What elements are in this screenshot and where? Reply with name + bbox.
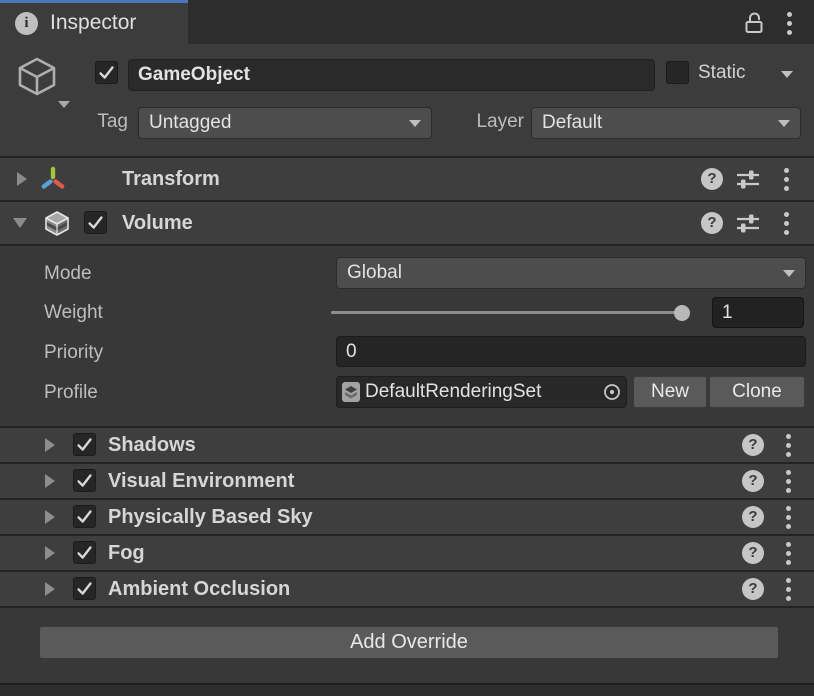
override-checkbox[interactable] xyxy=(73,433,96,456)
presets-icon[interactable] xyxy=(735,212,761,240)
inspector-panel: i Inspector Static Tag xyxy=(0,0,814,696)
kebab-menu-icon[interactable] xyxy=(786,578,791,601)
component-title: Transform xyxy=(122,158,220,200)
component-title: Volume xyxy=(122,202,193,244)
foldout-arrow-icon[interactable] xyxy=(13,218,27,228)
foldout-arrow-icon[interactable] xyxy=(45,546,55,560)
priority-label: Priority xyxy=(44,337,324,369)
override-title: Visual Environment xyxy=(108,464,294,498)
panel-bottom-strip xyxy=(0,683,814,696)
override-row-ambient-occlusion[interactable]: Ambient Occlusion ? xyxy=(0,572,814,606)
override-row-physically-based-sky[interactable]: Physically Based Sky ? xyxy=(0,500,814,534)
tag-label: Tag xyxy=(84,111,128,133)
component-header-volume[interactable]: Volume ? xyxy=(0,202,814,244)
override-title: Ambient Occlusion xyxy=(108,572,290,606)
mode-label: Mode xyxy=(44,258,324,290)
slider-track[interactable] xyxy=(331,311,689,314)
tag-value: Untagged xyxy=(149,112,409,134)
presets-icon[interactable] xyxy=(735,168,761,196)
help-icon[interactable]: ? xyxy=(701,168,723,190)
foldout-arrow-icon[interactable] xyxy=(45,510,55,524)
kebab-menu-icon[interactable] xyxy=(787,12,792,35)
tag-dropdown[interactable]: Untagged xyxy=(138,107,432,139)
override-checkbox[interactable] xyxy=(73,577,96,600)
chevron-down-icon xyxy=(783,270,795,277)
override-checkbox[interactable] xyxy=(73,469,96,492)
override-list: Shadows ? Visual Environment ? Physicall… xyxy=(0,426,814,608)
override-checkbox[interactable] xyxy=(73,505,96,528)
info-icon: i xyxy=(15,12,38,35)
tab-inspector[interactable]: i Inspector xyxy=(0,0,188,44)
weight-label: Weight xyxy=(44,297,324,329)
add-override-button[interactable]: Add Override xyxy=(39,626,779,659)
transform-icon xyxy=(40,166,66,198)
profile-value: DefaultRenderingSet xyxy=(365,381,602,403)
override-row-shadows[interactable]: Shadows ? xyxy=(0,428,814,462)
weight-value-input[interactable] xyxy=(712,297,804,328)
priority-value-input[interactable] xyxy=(336,336,806,367)
kebab-menu-icon[interactable] xyxy=(786,542,791,565)
slider-knob[interactable] xyxy=(674,305,690,321)
foldout-arrow-icon[interactable] xyxy=(45,438,55,452)
unlock-icon[interactable] xyxy=(742,10,767,42)
layer-value: Default xyxy=(542,112,778,134)
tab-title: Inspector xyxy=(50,11,136,35)
tab-bar: i Inspector xyxy=(0,0,814,44)
foldout-arrow-icon[interactable] xyxy=(45,582,55,596)
gameobject-header: Static Tag Untagged Layer Default xyxy=(0,44,814,156)
chevron-down-icon xyxy=(409,120,421,127)
kebab-menu-icon[interactable] xyxy=(784,168,789,191)
mode-value: Global xyxy=(347,262,783,284)
volume-icon xyxy=(43,209,71,243)
kebab-menu-icon[interactable] xyxy=(786,470,791,493)
layer-label: Layer xyxy=(458,111,524,133)
static-dropdown-caret[interactable] xyxy=(781,71,793,78)
override-row-visual-environment[interactable]: Visual Environment ? xyxy=(0,464,814,498)
icon-picker-caret xyxy=(58,101,70,108)
gameobject-active-checkbox[interactable] xyxy=(95,61,118,84)
chevron-down-icon xyxy=(778,120,790,127)
help-icon[interactable]: ? xyxy=(742,542,764,564)
profile-clone-button[interactable]: Clone xyxy=(709,376,805,408)
profile-object-field[interactable]: DefaultRenderingSet xyxy=(336,376,627,408)
override-checkbox[interactable] xyxy=(73,541,96,564)
object-picker-icon[interactable] xyxy=(602,382,622,402)
profile-new-button[interactable]: New xyxy=(633,376,707,408)
kebab-menu-icon[interactable] xyxy=(784,212,789,235)
mode-dropdown[interactable]: Global xyxy=(336,257,806,289)
help-icon[interactable]: ? xyxy=(742,578,764,600)
kebab-menu-icon[interactable] xyxy=(786,506,791,529)
profile-label: Profile xyxy=(44,377,324,409)
override-row-fog[interactable]: Fog ? xyxy=(0,536,814,570)
help-icon[interactable]: ? xyxy=(701,212,723,234)
override-title: Fog xyxy=(108,536,145,570)
gameobject-cube-icon[interactable] xyxy=(13,54,61,110)
volume-enabled-checkbox[interactable] xyxy=(84,211,107,234)
volume-profile-asset-icon xyxy=(341,381,361,403)
static-checkbox[interactable] xyxy=(666,61,689,84)
override-title: Physically Based Sky xyxy=(108,500,313,534)
help-icon[interactable]: ? xyxy=(742,470,764,492)
foldout-arrow-icon[interactable] xyxy=(17,172,27,186)
help-icon[interactable]: ? xyxy=(742,506,764,528)
component-list: Transform ? xyxy=(0,156,814,246)
override-title: Shadows xyxy=(108,428,196,462)
gameobject-name-input[interactable] xyxy=(128,59,655,91)
layer-dropdown[interactable]: Default xyxy=(531,107,801,139)
foldout-arrow-icon[interactable] xyxy=(45,474,55,488)
component-header-transform[interactable]: Transform ? xyxy=(0,158,814,200)
help-icon[interactable]: ? xyxy=(742,434,764,456)
kebab-menu-icon[interactable] xyxy=(786,434,791,457)
weight-slider[interactable] xyxy=(331,297,689,329)
static-label: Static xyxy=(698,62,746,84)
